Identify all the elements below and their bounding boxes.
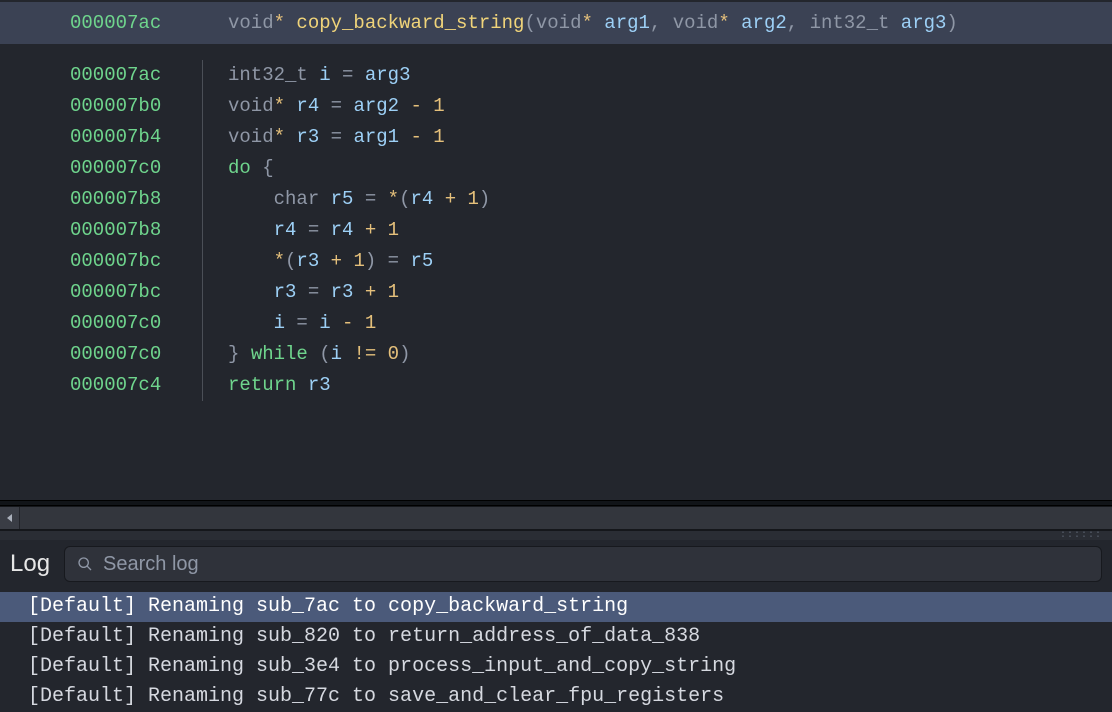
log-entries[interactable]: [Default] Renaming sub_7ac to copy_backw…	[0, 592, 1112, 712]
function-signature-row[interactable]: 000007ac void* copy_backward_string(void…	[0, 2, 1112, 44]
column-separator	[176, 339, 228, 370]
column-separator	[176, 153, 228, 184]
column-separator	[176, 122, 228, 153]
code-line[interactable]: 000007b8 r4 = r4 + 1	[0, 215, 1112, 246]
code-line[interactable]: 000007bc *(r3 + 1) = r5	[0, 246, 1112, 277]
function-signature: void* copy_backward_string(void* arg1, v…	[228, 2, 958, 44]
code-line[interactable]: 000007b4 void* r3 = arg1 - 1	[0, 122, 1112, 153]
address: 000007c4	[0, 370, 176, 401]
code-text: i = i - 1	[228, 308, 376, 339]
log-header: Log	[0, 540, 1112, 592]
column-separator	[176, 277, 228, 308]
code-text: *(r3 + 1) = r5	[228, 246, 433, 277]
address: 000007ac	[0, 2, 176, 44]
address: 000007c0	[0, 308, 176, 339]
column-separator	[176, 8, 228, 39]
address: 000007c0	[0, 153, 176, 184]
code-line[interactable]: 000007c0 do {	[0, 153, 1112, 184]
column-separator	[176, 308, 228, 339]
code-line[interactable]: 000007b8 char r5 = *(r4 + 1)	[0, 184, 1112, 215]
address: 000007bc	[0, 246, 176, 277]
code-text: do {	[228, 153, 274, 184]
code-line[interactable]: 000007bc r3 = r3 + 1	[0, 277, 1112, 308]
address: 000007c0	[0, 339, 176, 370]
column-separator	[176, 370, 228, 401]
column-separator	[176, 60, 228, 91]
column-separator	[176, 184, 228, 215]
address: 000007b4	[0, 122, 176, 153]
code-line[interactable]: 000007c0 } while (i != 0)	[0, 339, 1112, 370]
log-title: Log	[10, 550, 50, 578]
code-line[interactable]: 000007ac int32_t i = arg3	[0, 60, 1112, 91]
column-separator	[176, 246, 228, 277]
code-text: return r3	[228, 370, 331, 401]
code-line[interactable]: 000007c4 return r3	[0, 370, 1112, 401]
code-line[interactable]: 000007b0 void* r4 = arg2 - 1	[0, 91, 1112, 122]
horizontal-scrollbar[interactable]	[0, 506, 1112, 530]
code-text: } while (i != 0)	[228, 339, 410, 370]
triangle-left-icon	[5, 513, 15, 523]
panel-resize-grip[interactable]: ::::::	[0, 530, 1112, 540]
address: 000007ac	[0, 60, 176, 91]
code-line[interactable]: 000007c0 i = i - 1	[0, 308, 1112, 339]
code-text: void* r4 = arg2 - 1	[228, 91, 445, 122]
log-entry[interactable]: [Default] Renaming sub_7ac to copy_backw…	[0, 592, 1112, 622]
decompiler-view[interactable]: 000007ac void* copy_backward_string(void…	[0, 0, 1112, 500]
code-text: void* r3 = arg1 - 1	[228, 122, 445, 153]
column-separator	[176, 215, 228, 246]
scroll-left-button[interactable]	[0, 507, 20, 529]
search-icon	[77, 556, 93, 572]
code-text: int32_t i = arg3	[228, 60, 410, 91]
code-text: r3 = r3 + 1	[228, 277, 399, 308]
log-search[interactable]	[64, 546, 1102, 582]
address: 000007b0	[0, 91, 176, 122]
address: 000007bc	[0, 277, 176, 308]
log-entry[interactable]: [Default] Renaming sub_3e4 to process_in…	[0, 652, 1112, 682]
log-panel: :::::: Log [Default] Renaming sub_7ac to…	[0, 530, 1112, 712]
column-separator	[176, 91, 228, 122]
log-entry[interactable]: [Default] Renaming sub_77c to save_and_c…	[0, 682, 1112, 712]
code-text: r4 = r4 + 1	[228, 215, 399, 246]
address: 000007b8	[0, 184, 176, 215]
address: 000007b8	[0, 215, 176, 246]
code-text: char r5 = *(r4 + 1)	[228, 184, 490, 215]
log-search-input[interactable]	[103, 553, 1089, 576]
log-entry[interactable]: [Default] Renaming sub_820 to return_add…	[0, 622, 1112, 652]
